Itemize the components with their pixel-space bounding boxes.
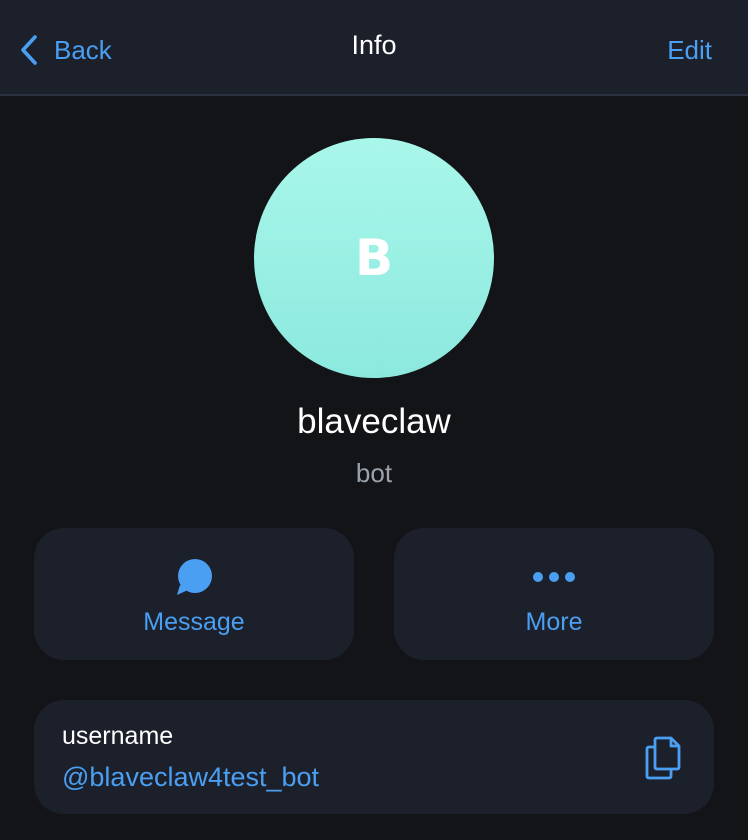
chat-bubble-icon	[177, 559, 212, 595]
username-label: username	[62, 722, 174, 750]
message-label: Message	[143, 608, 245, 636]
page-title: Info	[351, 30, 397, 60]
more-button[interactable]: More	[394, 528, 714, 660]
more-dots-icon	[533, 572, 575, 582]
back-label: Back	[54, 34, 112, 65]
message-button[interactable]: Message	[34, 528, 354, 660]
copy-icon	[645, 736, 681, 780]
username-value[interactable]: @blaveclaw4test_bot	[62, 762, 319, 793]
back-button[interactable]: Back	[20, 30, 112, 70]
profile-name: blaveclaw	[297, 402, 451, 441]
navigation-bar: Back Info Edit	[0, 0, 748, 96]
avatar-initial: B	[354, 229, 394, 287]
chevron-left-icon	[21, 35, 37, 65]
more-label: More	[525, 608, 583, 636]
edit-button[interactable]: Edit	[667, 35, 712, 66]
copy-button[interactable]	[640, 734, 686, 780]
profile-status: bot	[355, 458, 393, 488]
username-card: username @blaveclaw4test_bot	[34, 700, 714, 814]
avatar[interactable]: B	[254, 138, 494, 378]
